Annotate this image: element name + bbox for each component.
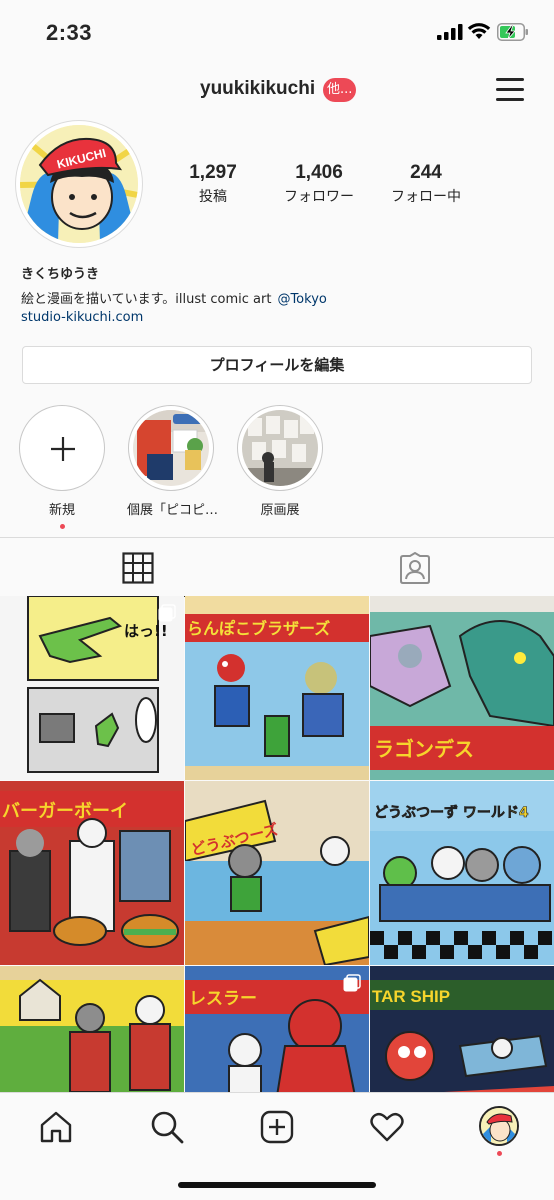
post-thumbnail[interactable] (0, 966, 184, 1096)
grid-icon (122, 552, 154, 584)
posts-grid: はっ!! らんぽこブラザーズ ラゴンデス バーガーボーイ どうぶつーズ どうぶつ… (0, 596, 554, 1096)
tagged-person-icon (400, 552, 430, 584)
plus-icon (51, 437, 75, 461)
post-thumbnail[interactable]: らんぽこブラザーズ (185, 596, 369, 780)
post-thumbnail[interactable]: どうぶつーず ワールド4 (370, 781, 554, 965)
status-bar: 2:33 (0, 0, 554, 64)
highlight-new-ring (19, 405, 105, 491)
posts-label: 投稿 (199, 189, 227, 205)
followers-label: フォロワー (284, 189, 354, 205)
highlight-label: 新規 (48, 503, 75, 518)
highlight-exhibition[interactable]: 個展「ピコピ… (127, 405, 219, 518)
avatar-illustration: KIKUCHI (20, 125, 138, 243)
post-caption-text: どうぶつーず ワールド4 (374, 804, 529, 821)
post-caption-text: レスラー (189, 989, 257, 1009)
new-post-icon[interactable] (259, 1109, 295, 1145)
wifi-icon (467, 23, 491, 39)
display-name: きくちゆうき (21, 267, 100, 282)
profile-tabs (0, 537, 554, 597)
highlight-label: 原画展 (260, 503, 300, 518)
post-thumbnail[interactable]: TAR SHIP (370, 966, 554, 1096)
highlight-thumbnail (242, 410, 318, 486)
followers-count: 1,406 (295, 162, 343, 183)
post-caption-text: TAR SHIP (372, 987, 450, 1006)
bio-body: 絵と漫画を描いています。illust comic art (21, 292, 272, 307)
post-caption-text: ラゴンデス (374, 737, 474, 761)
stat-followers[interactable]: 1,406 フォロワー (264, 162, 374, 206)
profile-notification-dot (497, 1151, 502, 1156)
post-caption-text: はっ!! (124, 622, 168, 640)
following-label: フォロー中 (391, 189, 461, 205)
post-thumbnail[interactable]: どうぶつーズ (185, 781, 369, 965)
new-dot-indicator (59, 524, 65, 529)
website-link[interactable]: studio-kikuchi.com (21, 310, 143, 325)
highlight-label: 個展「ピコピ… (127, 503, 219, 518)
post-thumbnail[interactable]: はっ!! (0, 596, 184, 780)
profile-avatar-icon[interactable] (479, 1106, 519, 1146)
profile-header: yuukikikuchi 他... (0, 72, 554, 112)
highlight-thumbnail (133, 410, 209, 486)
status-time: 2:33 (46, 20, 93, 45)
activity-heart-icon[interactable] (369, 1109, 405, 1145)
cellular-signal-icon (437, 24, 463, 40)
home-indicator (178, 1182, 376, 1188)
profile-avatar[interactable]: KIKUCHI (15, 120, 143, 248)
multi-photo-icon (158, 604, 176, 622)
multi-photo-icon (343, 974, 361, 992)
stat-posts[interactable]: 1,297 投稿 (158, 162, 268, 206)
edit-profile-button[interactable]: プロフィールを編集 (22, 346, 532, 384)
battery-charging-icon (497, 23, 528, 41)
bio-text: 絵と漫画を描いています。illust comic art @Tokyo (21, 288, 327, 307)
bio-mention-link[interactable]: @Tokyo (277, 292, 326, 307)
posts-count: 1,297 (189, 162, 237, 183)
post-thumbnail[interactable]: レスラー (185, 966, 369, 1096)
highlight-new[interactable]: 新規 (18, 405, 106, 529)
tab-tagged[interactable] (277, 538, 554, 596)
home-icon[interactable] (38, 1109, 74, 1145)
post-caption-text: らんぽこブラザーズ (187, 619, 330, 638)
post-thumbnail[interactable]: ラゴンデス (370, 596, 554, 780)
tab-grid[interactable] (0, 538, 277, 597)
notification-badge[interactable]: 他... (323, 78, 357, 102)
following-count: 244 (410, 162, 442, 183)
highlight-ring (128, 405, 214, 491)
highlight-original-art[interactable]: 原画展 (236, 405, 324, 518)
stat-following[interactable]: 244 フォロー中 (371, 162, 481, 206)
hamburger-menu-icon[interactable] (496, 76, 524, 102)
username-title[interactable]: yuukikikuchi (200, 78, 315, 100)
highlight-ring (237, 405, 323, 491)
post-caption-text: バーガーボーイ (2, 801, 128, 822)
post-thumbnail[interactable]: バーガーボーイ (0, 781, 184, 965)
search-icon[interactable] (149, 1109, 185, 1145)
